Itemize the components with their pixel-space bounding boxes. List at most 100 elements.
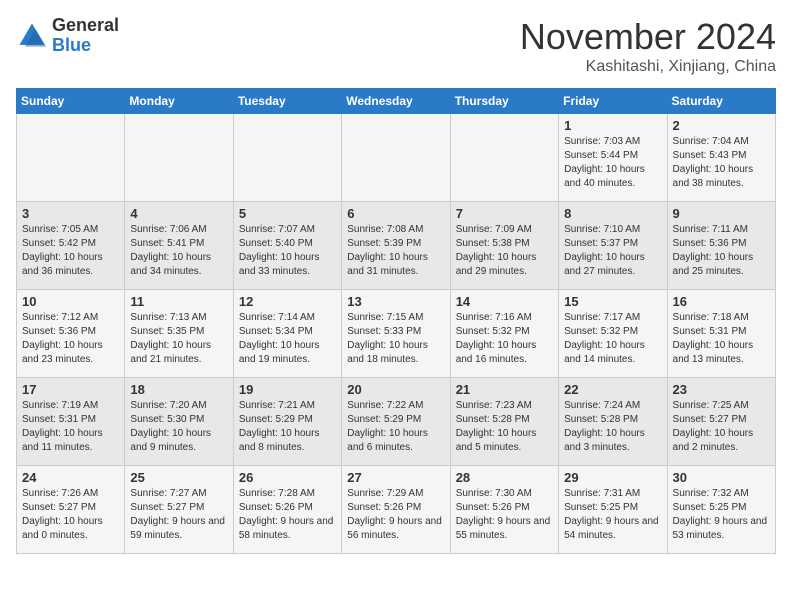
header-cell-friday: Friday xyxy=(559,89,667,114)
day-cell: 12 Sunrise: 7:14 AM Sunset: 5:34 PM Dayli… xyxy=(233,290,341,378)
day-cell: 8Sunrise: 7:10 AM Sunset: 5:37 PM Daylig… xyxy=(559,202,667,290)
day-detail: Sunrise: 7:13 AM Sunset: 5:35 PM Dayligh… xyxy=(130,311,227,367)
day-detail: Sunrise: 7:10 AM Sunset: 5:37 PM Dayligh… xyxy=(564,223,661,279)
day-detail: Sunrise: 7:17 AM Sunset: 5:32 PM Dayligh… xyxy=(564,311,661,367)
day-cell: 16Sunrise: 7:18 AM Sunset: 5:31 PM Dayli… xyxy=(667,290,775,378)
logo-blue-text: Blue xyxy=(52,36,119,56)
day-detail: Sunrise: 7:28 AM Sunset: 5:26 PM Dayligh… xyxy=(239,487,336,543)
day-cell: 29 Sunrise: 7:31 AM Sunset: 5:25 PM Dayli… xyxy=(559,466,667,554)
day-number: 23 xyxy=(673,382,770,397)
day-cell: 10 Sunrise: 7:12 AM Sunset: 5:36 PM Dayli… xyxy=(17,290,125,378)
day-number: 12 xyxy=(239,294,336,309)
week-row-5: 24 Sunrise: 7:26 AM Sunset: 5:27 PM Dayli… xyxy=(17,466,776,554)
day-number: 24 xyxy=(22,470,119,485)
logo-text: General Blue xyxy=(52,16,119,56)
day-cell: 28Sunrise: 7:30 AM Sunset: 5:26 PM Dayli… xyxy=(450,466,558,554)
day-cell: 4 Sunrise: 7:06 AM Sunset: 5:41 PM Daylig… xyxy=(125,202,233,290)
day-cell: 24 Sunrise: 7:26 AM Sunset: 5:27 PM Dayli… xyxy=(17,466,125,554)
day-cell xyxy=(342,114,450,202)
header-cell-sunday: Sunday xyxy=(17,89,125,114)
day-number: 6 xyxy=(347,206,444,221)
day-cell: 18Sunrise: 7:20 AM Sunset: 5:30 PM Dayli… xyxy=(125,378,233,466)
day-detail: Sunrise: 7:25 AM Sunset: 5:27 PM Dayligh… xyxy=(673,399,770,455)
week-row-4: 17 Sunrise: 7:19 AM Sunset: 5:31 PM Dayli… xyxy=(17,378,776,466)
day-detail: Sunrise: 7:07 AM Sunset: 5:40 PM Dayligh… xyxy=(239,223,336,279)
day-number: 3 xyxy=(22,206,119,221)
logo-general-text: General xyxy=(52,16,119,36)
day-cell: 25 Sunrise: 7:27 AM Sunset: 5:27 PM Dayli… xyxy=(125,466,233,554)
day-cell: 27 Sunrise: 7:29 AM Sunset: 5:26 PM Dayli… xyxy=(342,466,450,554)
day-number: 4 xyxy=(130,206,227,221)
header-cell-thursday: Thursday xyxy=(450,89,558,114)
calendar-body: 1Sunrise: 7:03 AM Sunset: 5:44 PM Daylig… xyxy=(17,114,776,554)
day-detail: Sunrise: 7:22 AM Sunset: 5:29 PM Dayligh… xyxy=(347,399,444,455)
day-number: 16 xyxy=(673,294,770,309)
day-number: 17 xyxy=(22,382,119,397)
day-detail: Sunrise: 7:23 AM Sunset: 5:28 PM Dayligh… xyxy=(456,399,553,455)
header-cell-saturday: Saturday xyxy=(667,89,775,114)
day-cell: 17 Sunrise: 7:19 AM Sunset: 5:31 PM Dayli… xyxy=(17,378,125,466)
day-number: 5 xyxy=(239,206,336,221)
logo: General Blue xyxy=(16,16,119,56)
day-detail: Sunrise: 7:19 AM Sunset: 5:31 PM Dayligh… xyxy=(22,399,119,455)
day-cell xyxy=(233,114,341,202)
day-detail: Sunrise: 7:05 AM Sunset: 5:42 PM Dayligh… xyxy=(22,223,119,279)
week-row-3: 10 Sunrise: 7:12 AM Sunset: 5:36 PM Dayli… xyxy=(17,290,776,378)
day-number: 25 xyxy=(130,470,227,485)
day-number: 11 xyxy=(130,294,227,309)
day-cell: 2Sunrise: 7:04 AM Sunset: 5:43 PM Daylig… xyxy=(667,114,775,202)
day-detail: Sunrise: 7:08 AM Sunset: 5:39 PM Dayligh… xyxy=(347,223,444,279)
page-header: General Blue November 2024 Kashitashi, X… xyxy=(16,16,776,76)
day-detail: Sunrise: 7:26 AM Sunset: 5:27 PM Dayligh… xyxy=(22,487,119,543)
day-number: 21 xyxy=(456,382,553,397)
day-cell: 11 Sunrise: 7:13 AM Sunset: 5:35 PM Dayli… xyxy=(125,290,233,378)
day-cell: 7Sunrise: 7:09 AM Sunset: 5:38 PM Daylig… xyxy=(450,202,558,290)
day-cell: 6 Sunrise: 7:08 AM Sunset: 5:39 PM Daylig… xyxy=(342,202,450,290)
day-cell: 19 Sunrise: 7:21 AM Sunset: 5:29 PM Dayli… xyxy=(233,378,341,466)
day-number: 19 xyxy=(239,382,336,397)
day-number: 9 xyxy=(673,206,770,221)
day-cell: 3 Sunrise: 7:05 AM Sunset: 5:42 PM Daylig… xyxy=(17,202,125,290)
day-number: 10 xyxy=(22,294,119,309)
header-cell-tuesday: Tuesday xyxy=(233,89,341,114)
day-detail: Sunrise: 7:24 AM Sunset: 5:28 PM Dayligh… xyxy=(564,399,661,455)
day-detail: Sunrise: 7:21 AM Sunset: 5:29 PM Dayligh… xyxy=(239,399,336,455)
day-number: 7 xyxy=(456,206,553,221)
day-number: 27 xyxy=(347,470,444,485)
day-number: 29 xyxy=(564,470,661,485)
day-cell: 15 Sunrise: 7:17 AM Sunset: 5:32 PM Dayli… xyxy=(559,290,667,378)
day-detail: Sunrise: 7:29 AM Sunset: 5:26 PM Dayligh… xyxy=(347,487,444,543)
day-detail: Sunrise: 7:06 AM Sunset: 5:41 PM Dayligh… xyxy=(130,223,227,279)
day-cell: 21 Sunrise: 7:23 AM Sunset: 5:28 PM Dayli… xyxy=(450,378,558,466)
day-number: 15 xyxy=(564,294,661,309)
day-detail: Sunrise: 7:27 AM Sunset: 5:27 PM Dayligh… xyxy=(130,487,227,543)
calendar-table: SundayMondayTuesdayWednesdayThursdayFrid… xyxy=(16,88,776,554)
day-detail: Sunrise: 7:12 AM Sunset: 5:36 PM Dayligh… xyxy=(22,311,119,367)
day-number: 13 xyxy=(347,294,444,309)
day-detail: Sunrise: 7:31 AM Sunset: 5:25 PM Dayligh… xyxy=(564,487,661,543)
day-number: 20 xyxy=(347,382,444,397)
calendar-header: SundayMondayTuesdayWednesdayThursdayFrid… xyxy=(17,89,776,114)
day-number: 28 xyxy=(456,470,553,485)
day-cell: 13Sunrise: 7:15 AM Sunset: 5:33 PM Dayli… xyxy=(342,290,450,378)
week-row-2: 3 Sunrise: 7:05 AM Sunset: 5:42 PM Daylig… xyxy=(17,202,776,290)
day-cell: 9Sunrise: 7:11 AM Sunset: 5:36 PM Daylig… xyxy=(667,202,775,290)
title-block: November 2024 Kashitashi, Xinjiang, Chin… xyxy=(520,16,776,76)
day-detail: Sunrise: 7:14 AM Sunset: 5:34 PM Dayligh… xyxy=(239,311,336,367)
day-number: 26 xyxy=(239,470,336,485)
day-detail: Sunrise: 7:03 AM Sunset: 5:44 PM Dayligh… xyxy=(564,135,661,191)
day-cell xyxy=(450,114,558,202)
day-cell xyxy=(17,114,125,202)
day-detail: Sunrise: 7:04 AM Sunset: 5:43 PM Dayligh… xyxy=(673,135,770,191)
day-cell: 22Sunrise: 7:24 AM Sunset: 5:28 PM Dayli… xyxy=(559,378,667,466)
header-row: SundayMondayTuesdayWednesdayThursdayFrid… xyxy=(17,89,776,114)
day-number: 14 xyxy=(456,294,553,309)
day-cell: 5 Sunrise: 7:07 AM Sunset: 5:40 PM Daylig… xyxy=(233,202,341,290)
logo-icon xyxy=(16,20,48,52)
day-cell: 23 Sunrise: 7:25 AM Sunset: 5:27 PM Dayli… xyxy=(667,378,775,466)
calendar-subtitle: Kashitashi, Xinjiang, China xyxy=(520,58,776,76)
day-detail: Sunrise: 7:16 AM Sunset: 5:32 PM Dayligh… xyxy=(456,311,553,367)
day-number: 18 xyxy=(130,382,227,397)
header-cell-monday: Monday xyxy=(125,89,233,114)
day-cell: 30Sunrise: 7:32 AM Sunset: 5:25 PM Dayli… xyxy=(667,466,775,554)
